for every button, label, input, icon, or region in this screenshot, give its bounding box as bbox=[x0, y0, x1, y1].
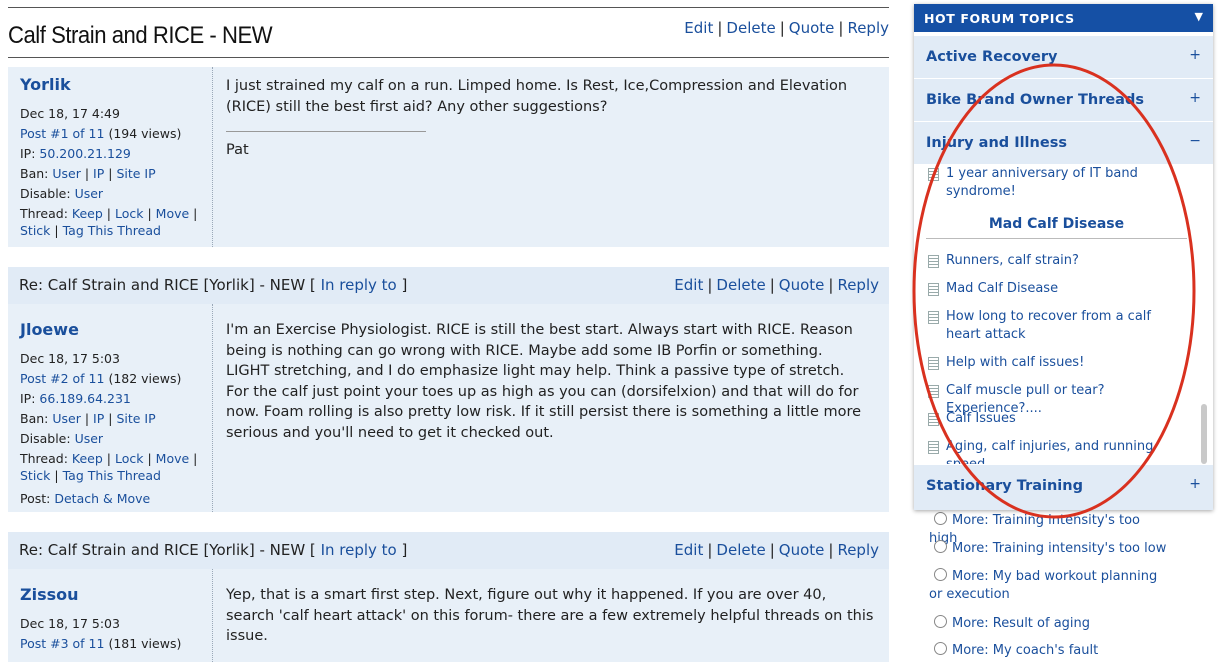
annotation-oval bbox=[912, 63, 1196, 519]
